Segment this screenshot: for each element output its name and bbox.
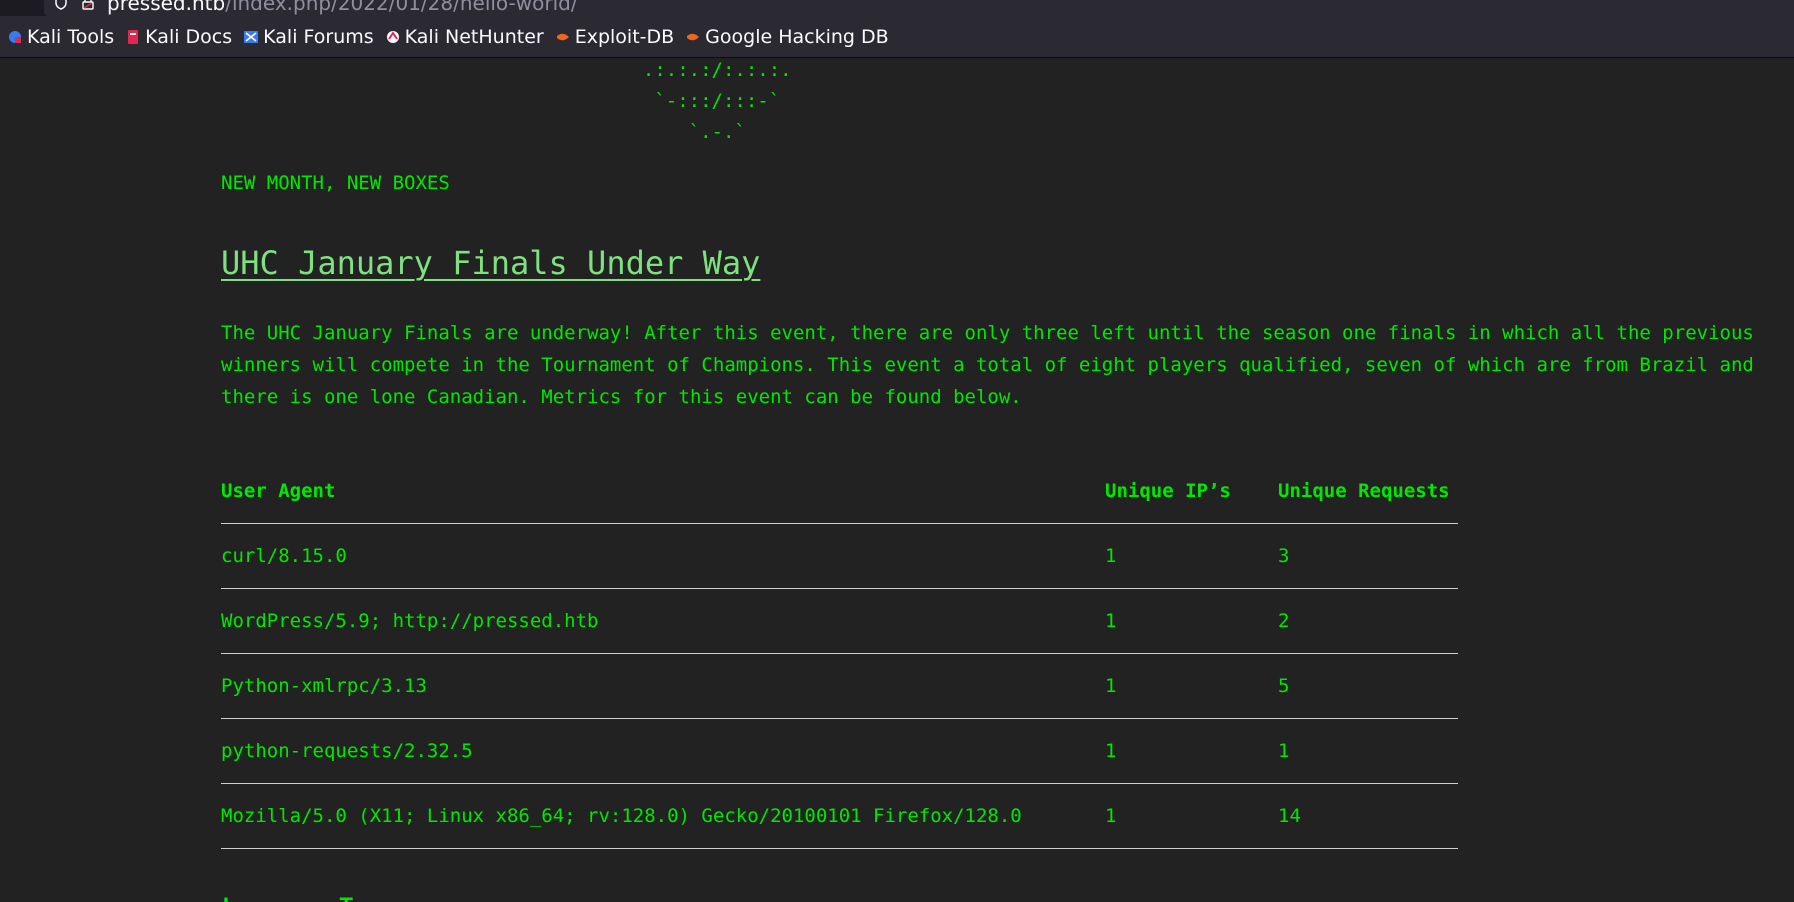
cell-unique-ips: 1 [1105, 653, 1278, 719]
site-tagline: NEW MONTH, NEW BOXES [221, 172, 450, 194]
cell-unique-requests: 3 [1278, 523, 1458, 589]
cell-unique-requests: 2 [1278, 588, 1458, 654]
kali-nethunter-icon [386, 30, 399, 43]
cell-user-agent: Python-xmlrpc/3.13 [221, 653, 1105, 719]
url-host: pressed.htb [107, 0, 226, 15]
bookmark-label: Exploit-DB [574, 25, 675, 48]
cell-unique-ips: 1 [1105, 588, 1278, 654]
cell-unique-ips: 1 [1105, 523, 1278, 589]
table-row: WordPress/5.9; http://pressed.htb 1 2 [221, 588, 1458, 654]
kali-docs-icon [128, 29, 139, 44]
url-text[interactable]: pressed.htb/index.php/2022/01/28/hello-w… [107, 0, 578, 15]
bookmark-kali-forums[interactable]: Kali Forums [244, 26, 374, 48]
cell-user-agent: WordPress/5.9; http://pressed.htb [221, 588, 1105, 654]
ascii-art-logo: .:.:.:/:.:.:. `-:::/:::-` `.-.` [642, 59, 792, 143]
bookmark-exploit-db[interactable]: Exploit-DB [556, 26, 674, 48]
cell-user-agent: python-requests/2.32.5 [221, 718, 1105, 784]
google-hacking-db-icon [687, 33, 700, 40]
cell-unique-requests: 1 [1278, 718, 1458, 784]
shield-icon[interactable] [54, 0, 68, 10]
cell-unique-ips: 1 [1105, 783, 1278, 849]
table-header-row: User Agent Unique IP’s Unique Requests [221, 459, 1458, 524]
table-row: Python-xmlrpc/3.13 1 5 [221, 653, 1458, 719]
exploit-db-icon [556, 33, 569, 40]
browser-url-bar: pressed.htb/index.php/2022/01/28/hello-w… [0, 0, 1794, 16]
bookmark-kali-docs[interactable]: Kali Docs [126, 26, 232, 48]
bookmark-kali-nethunter[interactable]: Kali NetHunter [386, 26, 544, 48]
bookmark-label: Kali NetHunter [404, 25, 544, 48]
cell-unique-requests: 5 [1278, 653, 1458, 719]
lock-icon[interactable] [82, 0, 94, 10]
metrics-table: User Agent Unique IP’s Unique Requests c… [221, 459, 1458, 849]
post-title-link[interactable]: UHC January Finals Under Way [221, 244, 760, 282]
header-user-agent: User Agent [221, 459, 1105, 524]
table-row: Mozilla/5.0 (X11; Linux x86_64; rv:128.0… [221, 783, 1458, 849]
cell-unique-ips: 1 [1105, 718, 1278, 784]
post-body-line: there is one lone Canadian. Metrics for … [221, 386, 1022, 408]
bookmark-google-hacking-db[interactable]: Google Hacking DB [686, 26, 889, 48]
next-post-title-link[interactable]: Lorem Ipsum [221, 891, 433, 902]
bookmark-label: Google Hacking DB [705, 25, 889, 48]
page-viewport[interactable]: .:.:.:/:.:.:. `-:::/:::-` `.-.` NEW MONT… [0, 59, 1794, 902]
cell-user-agent: curl/8.15.0 [221, 523, 1105, 589]
cell-unique-requests: 14 [1278, 783, 1458, 849]
bookmark-label: Kali Docs [145, 25, 233, 48]
header-unique-requests: Unique Requests [1278, 459, 1458, 524]
bookmark-label: Kali Tools [27, 25, 115, 48]
table-row: python-requests/2.32.5 1 1 [221, 718, 1458, 784]
bookmark-kali-tools[interactable]: Kali Tools [8, 26, 114, 48]
kali-tools-icon [9, 30, 21, 43]
bookmarks-toolbar: Kali Tools Kali Docs Kali Forums Kali Ne… [0, 16, 1794, 58]
table-row: curl/8.15.0 1 3 [221, 523, 1458, 589]
bookmark-label: Kali Forums [263, 25, 374, 48]
post-body: The UHC January Finals are underway! Aft… [221, 317, 1794, 413]
post-body-line: winners will compete in the Tournament o… [221, 354, 1754, 376]
cell-user-agent: Mozilla/5.0 (X11; Linux x86_64; rv:128.0… [221, 783, 1105, 849]
header-unique-ips: Unique IP’s [1105, 459, 1278, 524]
url-path: /index.php/2022/01/28/hello-world/ [225, 0, 578, 15]
kali-forums-icon [244, 30, 259, 43]
post-body-line: The UHC January Finals are underway! Aft… [221, 322, 1754, 344]
